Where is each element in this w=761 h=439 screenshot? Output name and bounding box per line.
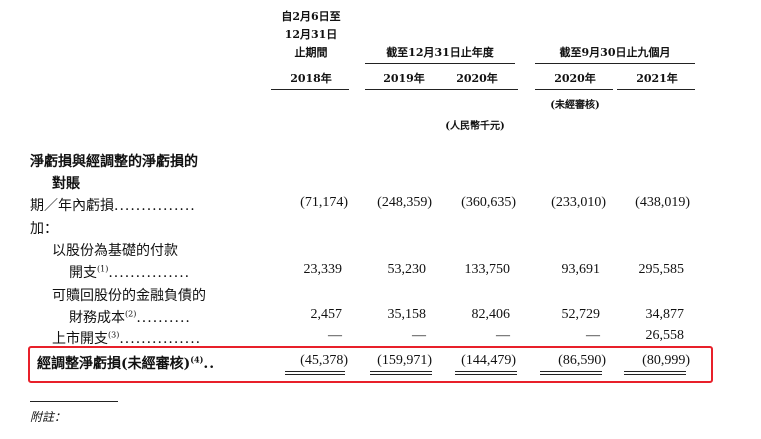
- row-label-listing-expenses: 上市開支(3)...............: [52, 330, 202, 347]
- col-rule-1: [271, 89, 349, 90]
- col1-title-line3: 止期間: [294, 46, 328, 59]
- row-finance-cost-value-2020: 82,406: [471, 307, 511, 322]
- row-share-based-value-2018: 23,339: [303, 262, 343, 277]
- highlight-box: [28, 346, 713, 383]
- footnote-rule: [30, 401, 118, 402]
- row-finance-cost-value-2018: 2,457: [310, 307, 343, 322]
- row-label-add: 加：: [30, 221, 58, 237]
- row-loss-value-2021-9m: (438,019): [635, 195, 690, 210]
- row-finance-cost-value-2020-9m: 52,729: [561, 307, 601, 322]
- year-header-2020: 2020年: [456, 72, 498, 85]
- col-rule-4: [535, 89, 613, 90]
- row-listing-value-2021-9m: 26,558: [645, 328, 685, 343]
- row-label-loss: 期／年內虧損...............: [30, 198, 196, 214]
- row-share-based-value-2020-9m: 93,691: [561, 262, 601, 277]
- row-loss-value-2020-9m: (233,010): [551, 195, 606, 210]
- section-title-line1: 淨虧損與經調整的淨虧損的: [30, 154, 198, 170]
- row-listing-value-2020-9m: —: [586, 328, 600, 343]
- nine-month-group-rule: [535, 63, 695, 64]
- row-share-based-value-2020: 133,750: [464, 262, 511, 277]
- row-loss-value-2018: (71,174): [300, 195, 348, 210]
- row-finance-cost-value-2021-9m: 34,877: [645, 307, 685, 322]
- row-share-based-value-2019: 53,230: [387, 262, 427, 277]
- row-label-share-based-line2: 開支(1)...............: [69, 264, 191, 281]
- row-listing-value-2018: —: [328, 328, 342, 343]
- unaudited-note: (未經審核): [550, 100, 600, 111]
- year-header-2020-nine-month: 2020年: [554, 72, 596, 85]
- row-loss-value-2019: (248,359): [377, 195, 432, 210]
- col1-title-line2: 12月31日: [284, 28, 338, 41]
- section-title-line2: 對賬: [52, 176, 80, 192]
- row-listing-value-2019: —: [412, 328, 426, 343]
- col-rule-3: [440, 89, 518, 90]
- col1-title-line1: 自2月6日至: [281, 10, 341, 23]
- year-header-2018: 2018年: [290, 72, 332, 85]
- row-label-finance-cost-line2: 財務成本(2)..........: [69, 309, 191, 326]
- row-loss-value-2020: (360,635): [461, 195, 516, 210]
- year-header-2019: 2019年: [383, 72, 425, 85]
- col-rule-5: [617, 89, 695, 90]
- row-finance-cost-value-2019: 35,158: [387, 307, 427, 322]
- col-rule-2: [365, 89, 443, 90]
- year-group-rule: [365, 63, 515, 64]
- footnote-label: 附註：: [30, 410, 67, 424]
- row-label-share-based-line1: 以股份為基礎的付款: [52, 243, 178, 259]
- currency-unit: (人民幣千元): [445, 121, 505, 132]
- nine-month-group-title: 截至9月30日止九個月: [559, 46, 671, 59]
- row-share-based-value-2021-9m: 295,585: [638, 262, 685, 277]
- year-header-2021: 2021年: [636, 72, 678, 85]
- row-listing-value-2020: —: [496, 328, 510, 343]
- row-label-finance-cost-line1: 可贖回股份的金融負債的: [52, 288, 206, 304]
- year-group-title: 截至12月31日止年度: [386, 46, 494, 59]
